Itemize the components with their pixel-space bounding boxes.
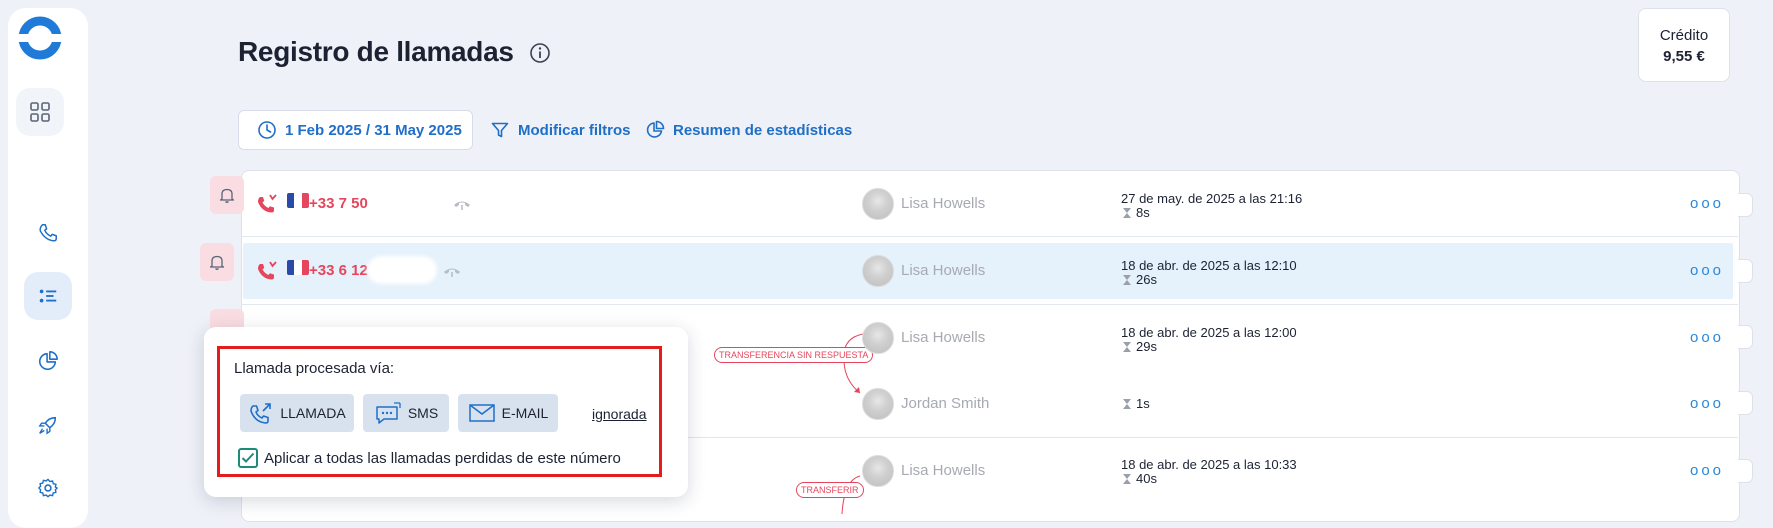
call-datetime: 27 de may. de 2025 a las 21:16 [1121, 191, 1303, 206]
bell-icon [209, 255, 225, 270]
hourglass-icon [1123, 341, 1131, 352]
hourglass-icon [1123, 398, 1131, 409]
redacted-number [367, 256, 437, 284]
agent-name: Lisa Howells [901, 329, 986, 346]
checkmark-icon [241, 452, 255, 463]
gear-icon [38, 478, 58, 498]
bell-icon [219, 188, 235, 203]
sms-button-label: SMS [407, 405, 439, 421]
more-options-button[interactable]: ooo [1690, 195, 1724, 212]
caller-number[interactable]: +33 7 50 [309, 195, 368, 212]
flag-fr-icon [287, 260, 309, 275]
transfer-tag: TRANSFERIR [796, 482, 864, 498]
avatar [862, 455, 894, 487]
selected-row-highlight [243, 243, 1733, 299]
call-datetime: 18 de abr. de 2025 a las 12:10 [1121, 258, 1297, 273]
ring-logo-icon[interactable] [17, 15, 63, 61]
missed-call-alert-button[interactable] [200, 243, 234, 281]
email-button-label: E-MAIL [501, 405, 549, 421]
nav-settings-button[interactable] [24, 464, 72, 512]
row-tab[interactable] [1738, 259, 1753, 283]
call-duration-value: 40s [1136, 471, 1157, 486]
row-tab[interactable] [1738, 193, 1753, 217]
info-icon[interactable] [529, 42, 551, 64]
stats-summary-link[interactable]: Resumen de estadísticas [645, 120, 852, 140]
phone-icon [39, 224, 57, 242]
apply-all-label: Aplicar a todas las llamadas perdidas de… [264, 450, 621, 467]
page-title: Registro de llamadas [238, 36, 514, 67]
stats-summary-label: Resumen de estadísticas [673, 121, 853, 139]
row-divider [241, 304, 1738, 305]
call-datetime: 18 de abr. de 2025 a las 12:00 [1121, 325, 1297, 340]
modify-filters-label: Modificar filtros [518, 121, 631, 139]
nav-call-log-button[interactable] [24, 272, 72, 320]
call-duration: 26s [1123, 272, 1157, 287]
nav-boost-button[interactable] [24, 401, 72, 449]
agent-name: Lisa Howells [901, 262, 986, 279]
call-duration: 29s [1123, 339, 1157, 354]
sidebar [8, 8, 88, 528]
transfer-no-answer-tag: TRANSFERENCIA SIN RESPUESTA [714, 347, 874, 363]
hourglass-icon [1123, 274, 1131, 285]
clock-icon [258, 121, 276, 139]
credit-value: 9,55 € [1663, 48, 1705, 65]
agent-name: Lisa Howells [901, 195, 986, 212]
row-tab[interactable] [1738, 459, 1753, 483]
missed-call-icon [255, 259, 279, 283]
row-divider [241, 236, 1738, 237]
avatar [862, 188, 894, 220]
hangup-icon [442, 264, 462, 278]
agent-name: Jordan Smith [901, 395, 990, 412]
phone-outgoing-icon [250, 403, 272, 424]
avatar [862, 388, 894, 420]
nav-dashboard-button[interactable] [16, 88, 64, 136]
more-options-button[interactable]: ooo [1690, 262, 1724, 279]
hangup-icon [452, 197, 472, 211]
list-icon [39, 289, 57, 303]
date-range-text: 1 Feb 2025 / 31 May 2025 [285, 121, 462, 139]
grid-icon [30, 102, 50, 122]
call-duration: 8s [1123, 205, 1150, 220]
flag-fr-icon [287, 193, 309, 208]
call-duration-value: 29s [1136, 339, 1157, 354]
envelope-icon [468, 404, 495, 422]
nav-stats-button[interactable] [24, 337, 72, 385]
call-duration-value: 26s [1136, 272, 1157, 287]
pie-chart-icon [39, 351, 58, 370]
credit-card[interactable]: Crédito 9,55 € [1638, 8, 1730, 82]
hourglass-icon [1123, 473, 1131, 484]
filter-icon [491, 122, 509, 138]
credit-label: Crédito [1659, 27, 1709, 44]
apply-all-checkbox[interactable] [238, 448, 258, 468]
avatar [862, 322, 894, 354]
more-options-button[interactable]: ooo [1690, 329, 1724, 346]
sms-icon [376, 402, 401, 424]
row-tab[interactable] [1738, 391, 1753, 415]
hourglass-icon [1123, 207, 1131, 218]
row-tab[interactable] [1738, 325, 1753, 349]
call-button-label: LLAMADA [280, 405, 346, 421]
processed-via-sms-button[interactable]: SMS [363, 394, 449, 432]
nav-phone-button[interactable] [24, 209, 72, 257]
avatar [862, 255, 894, 287]
date-range-button[interactable]: 1 Feb 2025 / 31 May 2025 [238, 110, 473, 150]
popup-title: Llamada procesada vía: [234, 360, 395, 377]
more-options-button[interactable]: ooo [1690, 395, 1724, 412]
caller-number[interactable]: +33 6 12 [309, 262, 368, 279]
missed-call-alert-button[interactable] [210, 176, 244, 214]
call-duration-value: 8s [1136, 205, 1150, 220]
call-duration: 40s [1123, 471, 1157, 486]
processed-via-email-button[interactable]: E-MAIL [458, 394, 558, 432]
more-options-button[interactable]: ooo [1690, 462, 1724, 479]
processed-via-call-button[interactable]: LLAMADA [240, 394, 354, 432]
missed-call-icon [255, 192, 279, 216]
agent-name: Lisa Howells [901, 462, 986, 479]
call-duration-value: 1s [1136, 396, 1150, 411]
pie-chart-icon [646, 120, 665, 138]
ignore-link[interactable]: ignorada [592, 406, 647, 422]
call-duration: 1s [1123, 396, 1150, 411]
rocket-icon [38, 416, 57, 435]
call-datetime: 18 de abr. de 2025 a las 10:33 [1121, 457, 1297, 472]
modify-filters-link[interactable]: Modificar filtros [490, 120, 631, 140]
